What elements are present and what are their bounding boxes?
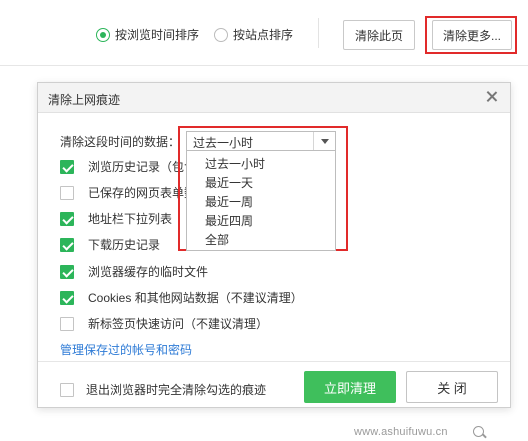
checkbox-label: 新标签页快速访问（不建议清理） [88,317,269,331]
checkbox-unchecked-icon [60,382,74,397]
time-range-dropdown: 过去一小时 最近一天 最近一周 最近四周 全部 [186,150,336,251]
sort-by-site-radio[interactable]: 按站点排序 [214,26,293,43]
sort-by-time-radio[interactable]: 按浏览时间排序 [96,26,199,43]
checkbox-label: Cookies 和其他网站数据（不建议清理） [88,291,303,305]
clear-on-exit-label: 退出浏览器时完全清除勾选的痕迹 [86,383,267,397]
clear-page-button[interactable]: 清除此页 [343,20,415,50]
range-option[interactable]: 最近一周 [205,193,253,210]
chevron-down-icon[interactable] [313,132,335,150]
address-bar-dropdown-checkbox[interactable]: 地址栏下拉列表 [60,210,172,227]
range-option[interactable]: 最近一天 [205,174,253,191]
close-icon[interactable] [484,89,500,105]
time-range-value: 过去一小时 [193,136,254,150]
range-option[interactable]: 过去一小时 [205,155,265,172]
clear-more-button[interactable]: 清除更多... [432,20,512,50]
checkbox-checked-icon [60,237,74,252]
cookies-checkbox[interactable]: Cookies 和其他网站数据（不建议清理） [60,289,303,306]
checkbox-label: 浏览器缓存的临时文件 [88,265,209,279]
dialog-title: 清除上网痕迹 [48,93,121,107]
range-option[interactable]: 全部 [205,231,229,248]
sort-by-site-label: 按站点排序 [233,28,294,42]
time-range-label: 清除这段时间的数据： [60,135,181,149]
radio-selected-icon [96,27,110,42]
checkbox-checked-icon [60,264,74,279]
saved-forms-checkbox[interactable]: 已保存的网页表单数 [60,184,196,201]
checkbox-checked-icon [60,211,74,226]
download-history-checkbox[interactable]: 下载历史记录 [60,236,160,253]
checkbox-checked-icon [60,290,74,305]
clear-traces-dialog: 清除上网痕迹 清除这段时间的数据： 过去一小时 过去一小时 最近一天 最近一周 … [37,82,511,408]
dialog-divider [38,361,510,362]
range-option[interactable]: 最近四周 [205,212,253,229]
checkbox-label: 浏览历史记录（包含 [88,160,197,174]
radio-unselected-icon [214,27,228,42]
manage-accounts-link[interactable]: 管理保存过的帐号和密码 [60,341,192,358]
checkbox-label: 已保存的网页表单数 [88,186,197,200]
dialog-titlebar: 清除上网痕迹 [38,83,510,113]
checkbox-label: 地址栏下拉列表 [88,212,173,226]
watermark-text: www.ashuifuwu.cn [354,426,448,438]
sort-by-time-label: 按浏览时间排序 [115,28,200,42]
checkbox-unchecked-icon [60,316,74,331]
clear-now-button[interactable]: 立即清理 [304,371,396,403]
cache-files-checkbox[interactable]: 浏览器缓存的临时文件 [60,263,208,280]
time-range-select[interactable]: 过去一小时 [186,131,336,151]
search-icon [473,426,484,437]
browsing-history-checkbox[interactable]: 浏览历史记录（包含 [60,158,196,175]
new-tab-quick-access-checkbox[interactable]: 新标签页快速访问（不建议清理） [60,315,268,332]
checkbox-checked-icon [60,159,74,174]
close-button[interactable]: 关 闭 [406,371,498,403]
toolbar-divider [318,18,319,48]
clear-on-exit-checkbox[interactable]: 退出浏览器时完全清除勾选的痕迹 [60,381,266,398]
checkbox-unchecked-icon [60,185,74,200]
checkbox-label: 下载历史记录 [88,238,161,252]
history-toolbar: 按浏览时间排序 按站点排序 清除此页 清除更多... [0,0,528,66]
